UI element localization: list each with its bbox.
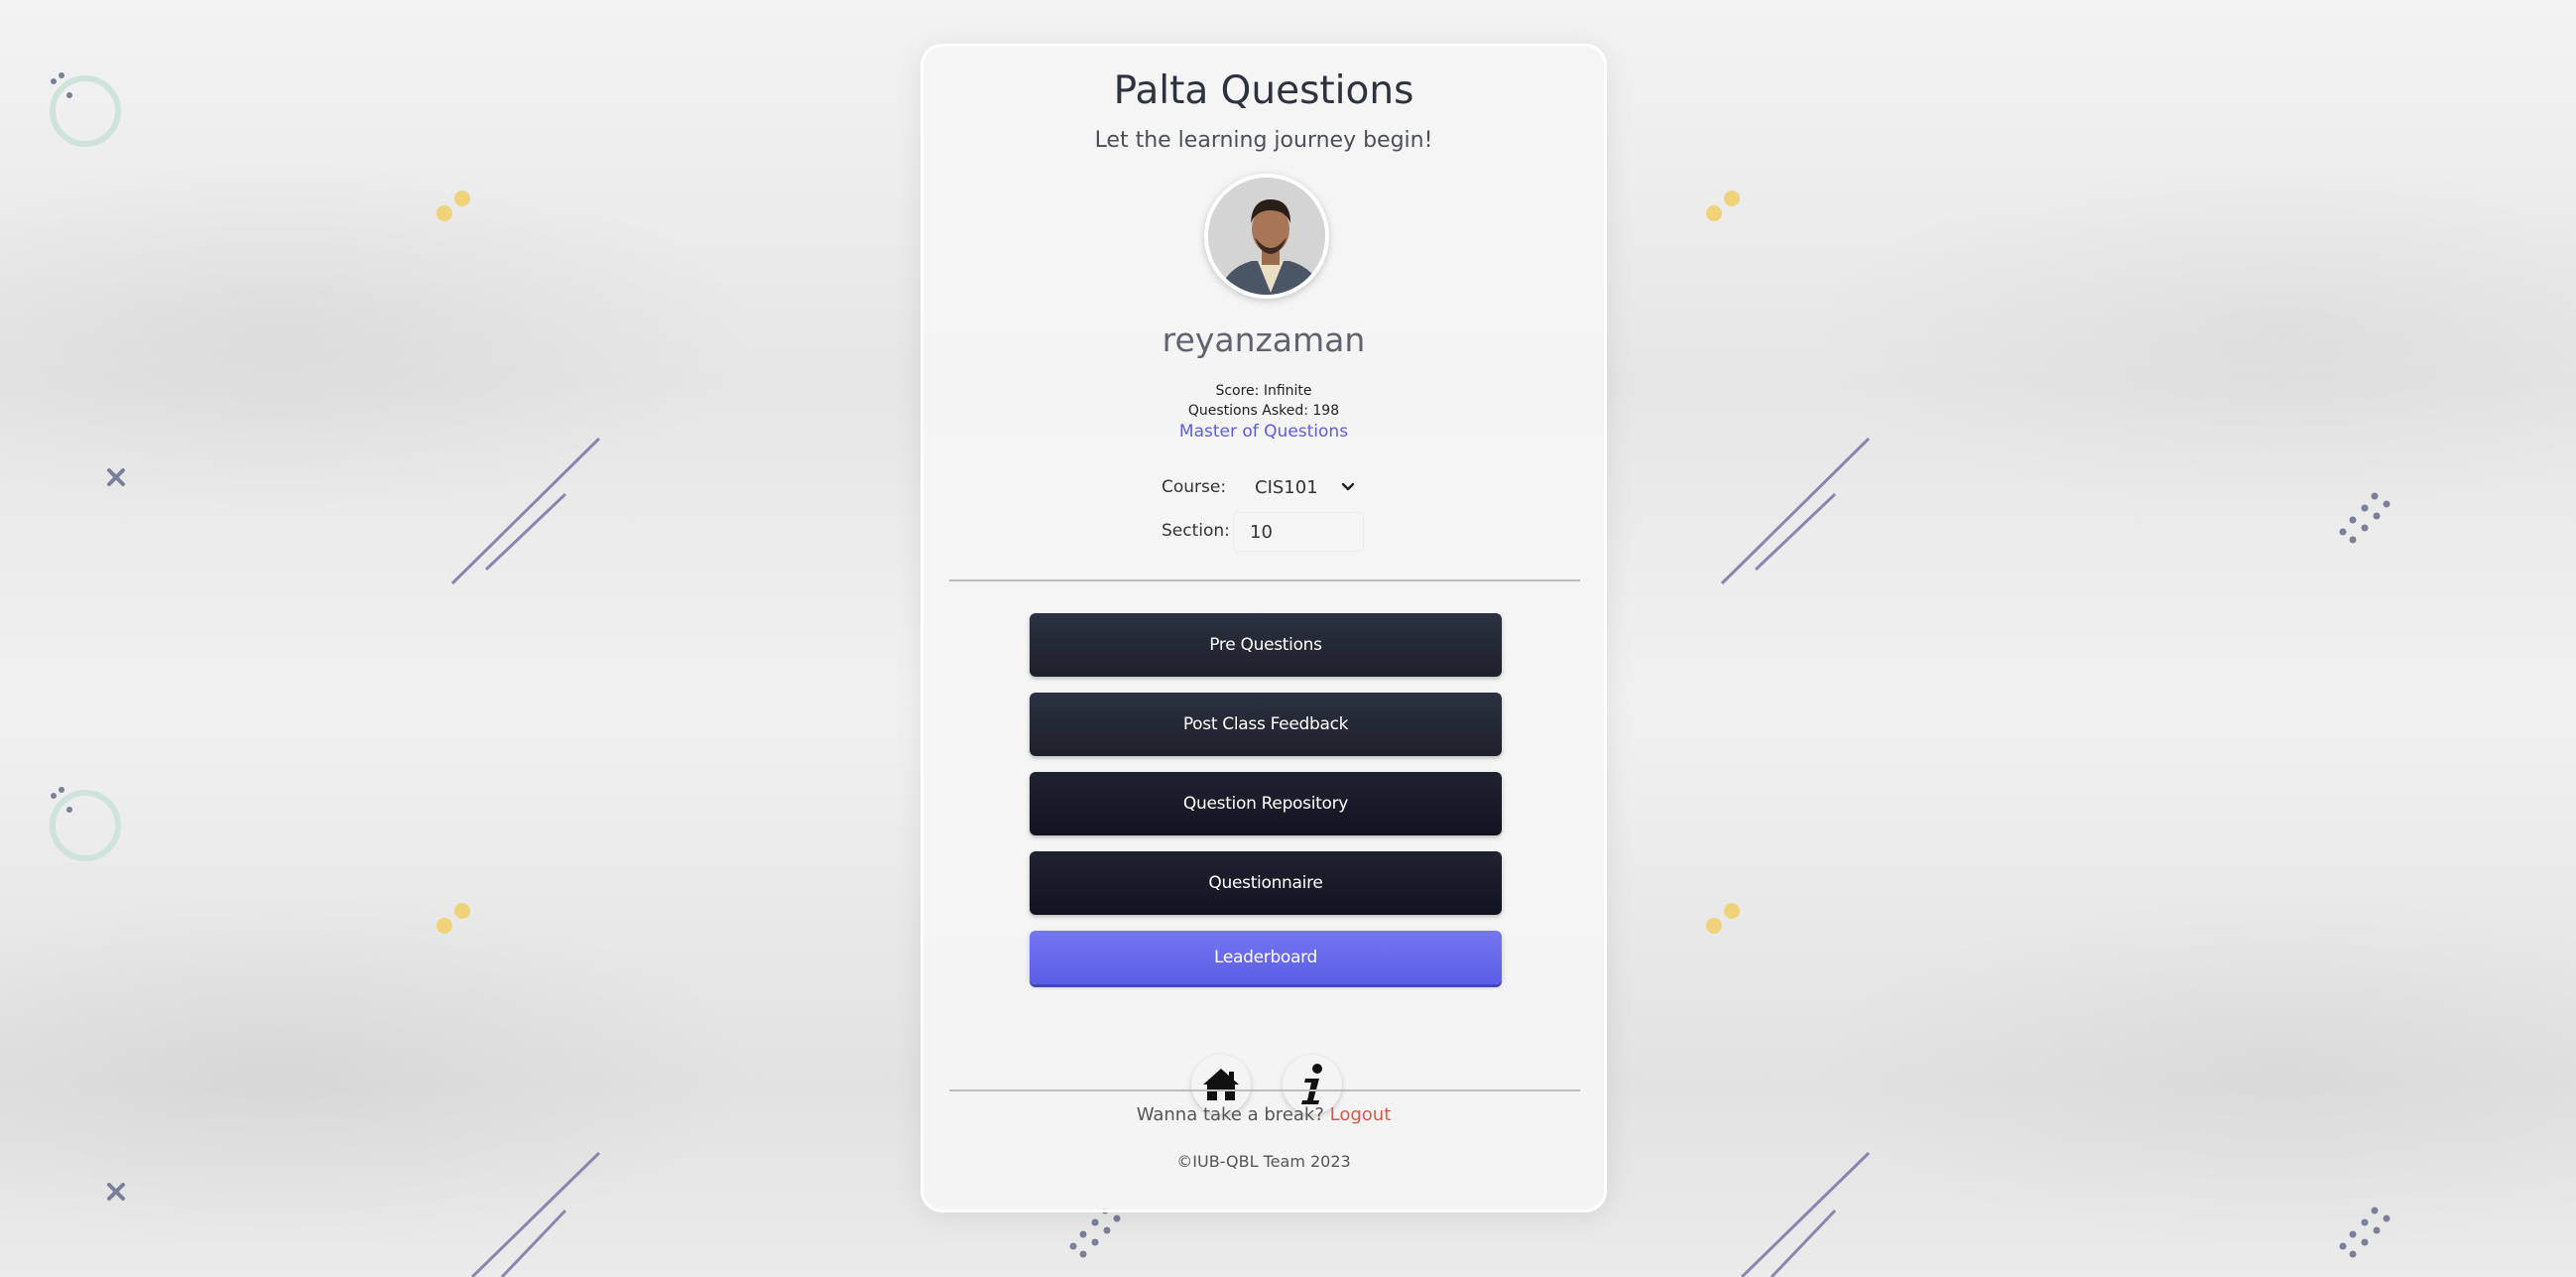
decorative-ring xyxy=(50,787,121,861)
question-repository-button[interactable]: Question Repository xyxy=(1030,772,1502,835)
post-class-feedback-label: Post Class Feedback xyxy=(1182,714,1349,734)
score-text: Score: Infinite xyxy=(1215,383,1312,399)
leaderboard-button[interactable]: Leaderboard xyxy=(1030,931,1502,984)
break-text: Wanna take a break? xyxy=(1136,1104,1324,1125)
decorative-dot-grid xyxy=(2339,1207,2391,1258)
post-class-feedback-button[interactable]: Post Class Feedback xyxy=(1030,693,1502,756)
decorative-dot-grid xyxy=(1069,1207,1121,1258)
decorative-dots xyxy=(436,903,470,934)
questions-asked-text: Questions Asked: 198 xyxy=(1187,403,1340,419)
decorative-cross xyxy=(107,468,125,486)
chevron-down-icon xyxy=(1341,482,1355,491)
section-input[interactable]: 10 xyxy=(1233,512,1364,552)
home-icon xyxy=(1203,1069,1239,1100)
course-label: Course: xyxy=(1162,477,1227,497)
questionnaire-label: Questionnaire xyxy=(1208,873,1323,893)
question-repository-label: Question Repository xyxy=(1182,794,1349,814)
pre-questions-label: Pre Questions xyxy=(1209,635,1322,655)
avatar-image xyxy=(1208,178,1325,295)
copyright: ©IUB-QBL Team 2023 xyxy=(1176,1152,1351,1171)
rank-badge: Master of Questions xyxy=(1178,422,1349,442)
avatar xyxy=(1204,174,1329,299)
decorative-ring xyxy=(50,72,121,147)
decorative-lines xyxy=(1720,437,1871,585)
page-title: Palta Questions xyxy=(1113,68,1414,113)
decorative-dot-grid xyxy=(2339,492,2391,544)
username: reyanzaman xyxy=(1162,320,1366,359)
section-label: Section: xyxy=(1162,521,1230,541)
logout-link[interactable]: Logout xyxy=(1330,1104,1392,1125)
questionnaire-button[interactable]: Questionnaire xyxy=(1030,851,1502,915)
pre-questions-button[interactable]: Pre Questions xyxy=(1030,613,1502,677)
decorative-dots xyxy=(1706,191,1740,221)
divider xyxy=(949,579,1580,581)
page-subtitle: Let the learning journey begin! xyxy=(1094,128,1433,153)
course-select[interactable]: CIS101 xyxy=(1233,467,1364,507)
decorative-dots xyxy=(436,191,470,221)
decorative-lines xyxy=(1740,1151,1871,1277)
decorative-dots xyxy=(1706,903,1740,934)
course-select-value: CIS101 xyxy=(1255,477,1318,498)
leaderboard-label: Leaderboard xyxy=(1213,948,1318,967)
break-prompt: Wanna take a break? Logout xyxy=(923,1104,1604,1125)
decorative-lines xyxy=(450,437,601,585)
profile-card: Palta Questions Let the learning journey… xyxy=(920,44,1607,1213)
divider xyxy=(949,1089,1580,1091)
decorative-cross xyxy=(107,1183,125,1201)
section-input-value: 10 xyxy=(1250,522,1273,543)
info-icon xyxy=(1301,1064,1322,1104)
decorative-lines xyxy=(470,1151,601,1277)
